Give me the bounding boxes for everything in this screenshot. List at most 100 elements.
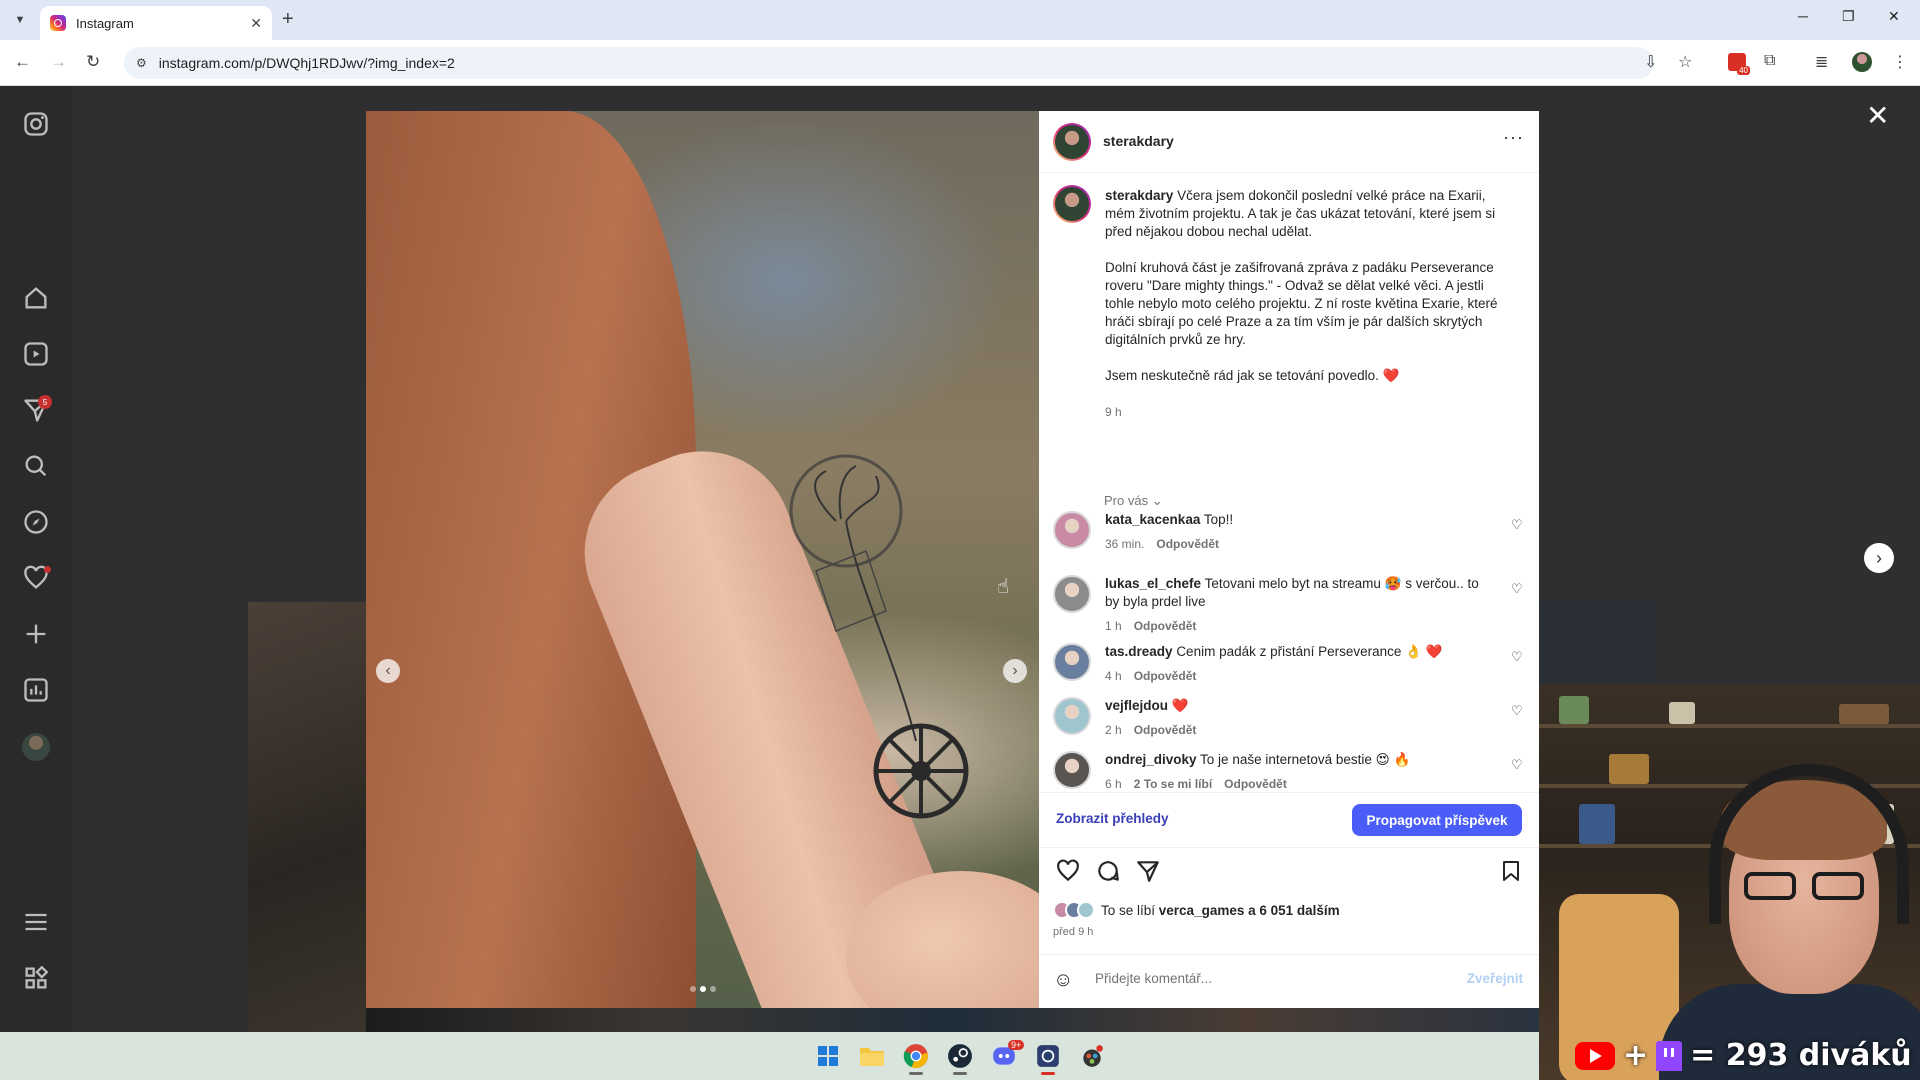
forward-icon[interactable]: → — [50, 52, 67, 72]
tab-instagram[interactable]: Instagram ✕ — [40, 6, 272, 40]
tab-close-icon[interactable]: ✕ — [250, 15, 262, 32]
explore-icon[interactable] — [22, 508, 50, 536]
comment-reply-button[interactable]: Odpovědět — [1134, 619, 1197, 633]
comment-text: Top!! — [1203, 512, 1234, 527]
like-icon[interactable] — [1055, 858, 1081, 884]
likes-summary[interactable]: To se líbí verca_games a 6 051 dalším — [1053, 901, 1340, 919]
save-bookmark-icon[interactable] — [1499, 858, 1523, 884]
close-modal-icon[interactable]: ✕ — [1866, 99, 1889, 132]
reload-icon[interactable]: ↻ — [86, 52, 100, 72]
comment-filter-dropdown[interactable]: Pro vás ⌄ — [1104, 493, 1163, 509]
caption-author-avatar[interactable] — [1053, 185, 1091, 223]
comment-body: tas.dready Cenim padák z přistání Persev… — [1105, 643, 1485, 685]
window-close-icon[interactable]: ✕ — [1888, 8, 1900, 25]
comment-username[interactable]: tas.dready — [1105, 644, 1173, 659]
comment-reply-button[interactable]: Odpovědět — [1224, 777, 1287, 791]
next-post-button[interactable]: › — [1864, 543, 1894, 573]
photo-detail — [1709, 764, 1909, 924]
minimize-icon[interactable]: ─ — [1798, 8, 1808, 24]
media-controls-icon[interactable]: ≣ — [1815, 52, 1828, 72]
comment-reply-button[interactable]: Odpovědět — [1134, 669, 1197, 683]
photo-detail — [1539, 724, 1920, 728]
comment-reply-button[interactable]: Odpovědět — [1134, 723, 1197, 737]
tab-search-chevron-icon[interactable]: ▼ — [8, 8, 32, 32]
comment-reply-button[interactable]: Odpovědět — [1156, 537, 1219, 551]
view-insights-link[interactable]: Zobrazit přehledy — [1056, 811, 1169, 826]
comment-like-icon[interactable]: ♡ — [1511, 517, 1523, 533]
discord-badge: 9+ — [1008, 1040, 1025, 1050]
comment-composer: ☺ Přidejte komentář... Zveřejnit — [1039, 954, 1539, 1007]
meta-apps-icon[interactable] — [22, 964, 50, 992]
more-options-icon[interactable]: ··· — [1503, 127, 1524, 148]
comment-like-icon[interactable]: ♡ — [1511, 757, 1523, 773]
search-icon[interactable] — [22, 452, 50, 480]
comment-input[interactable]: Přidejte komentář... — [1095, 971, 1212, 986]
browser-menu-icon[interactable]: ⋮ — [1892, 52, 1908, 72]
author-username[interactable]: sterakdary — [1103, 133, 1174, 149]
address-bar[interactable]: ⚙ instagram.com/p/DWQhj1RDJwv/?img_index… — [124, 47, 1654, 79]
commenter-avatar[interactable] — [1053, 751, 1091, 789]
twitch-icon — [1656, 1040, 1683, 1071]
commenter-avatar[interactable] — [1053, 511, 1091, 549]
comment-meta: 36 min. Odpovědět — [1105, 535, 1485, 553]
plus-sign: + — [1623, 1038, 1649, 1073]
dashboard-icon[interactable] — [22, 676, 50, 704]
likes-user[interactable]: verca_games — [1159, 903, 1245, 918]
app-icon[interactable] — [1034, 1042, 1062, 1070]
commenter-avatar[interactable] — [1053, 697, 1091, 735]
tab-title: Instagram — [76, 15, 134, 31]
davinci-icon[interactable] — [1078, 1042, 1106, 1070]
chrome-icon[interactable] — [902, 1042, 930, 1070]
post-actions-area: Zobrazit přehledy Propagovat příspěvek — [1039, 792, 1539, 847]
post-comment-button[interactable]: Zveřejnit — [1467, 971, 1523, 986]
comment-likes[interactable]: 2 To se mi líbí — [1134, 777, 1212, 791]
photo-detail — [1559, 696, 1589, 724]
comment-like-icon[interactable]: ♡ — [1511, 703, 1523, 719]
home-icon[interactable] — [22, 284, 50, 312]
windows-start-icon[interactable] — [814, 1042, 842, 1070]
extensions-puzzle-icon[interactable]: ⧉ — [1764, 52, 1775, 70]
comment-meta: 4 h Odpovědět — [1105, 667, 1485, 685]
back-icon[interactable]: ← — [14, 52, 31, 72]
engagement-bar: To se líbí verca_games a 6 051 dalším př… — [1039, 847, 1539, 1008]
active-app-indicator — [1041, 1072, 1055, 1075]
bookmark-star-icon[interactable]: ☆ — [1678, 52, 1692, 72]
comment-username[interactable]: lukas_el_chefe — [1105, 576, 1201, 591]
author-avatar[interactable] — [1053, 123, 1091, 161]
commenter-avatar[interactable] — [1053, 643, 1091, 681]
file-explorer-icon[interactable] — [858, 1042, 886, 1070]
comment-icon[interactable] — [1095, 858, 1121, 884]
comment-time: 4 h — [1105, 669, 1122, 683]
carousel-dot — [690, 986, 696, 992]
post-timestamp: před 9 h — [1053, 926, 1094, 938]
new-tab-icon[interactable]: + — [282, 8, 294, 31]
caption-text: Jsem neskutečně rád jak se tetování pove… — [1105, 368, 1400, 383]
profile-avatar[interactable] — [22, 733, 50, 761]
post-image[interactable]: ‹ › — [366, 111, 1039, 1008]
likes-count[interactable]: a 6 051 dalším — [1244, 903, 1340, 918]
comment-like-icon[interactable]: ♡ — [1511, 581, 1523, 597]
commenter-avatar[interactable] — [1053, 575, 1091, 613]
url-text: instagram.com/p/DWQhj1RDJwv/?img_index=2 — [158, 55, 455, 71]
reels-icon[interactable] — [22, 340, 50, 368]
comment-username[interactable]: ondrej_divoky — [1105, 752, 1197, 767]
comment-time: 2 h — [1105, 723, 1122, 737]
calendar-extension-icon[interactable]: 40 — [1728, 53, 1750, 75]
emoji-picker-icon[interactable]: ☺ — [1053, 969, 1073, 992]
browser-profile-avatar[interactable] — [1852, 52, 1872, 72]
comment-like-icon[interactable]: ♡ — [1511, 649, 1523, 665]
comment-username[interactable]: kata_kacenkaa — [1105, 512, 1200, 527]
site-info-icon[interactable]: ⚙ — [136, 56, 147, 70]
photo-prev-button[interactable]: ‹ — [376, 659, 400, 683]
instagram-icon[interactable] — [22, 110, 50, 138]
caption-username[interactable]: sterakdary — [1105, 188, 1173, 203]
share-icon[interactable] — [1135, 858, 1161, 884]
more-menu-icon[interactable] — [22, 908, 50, 936]
steam-icon[interactable] — [946, 1042, 974, 1070]
restore-icon[interactable]: ❐ — [1842, 8, 1855, 25]
comment-username[interactable]: vejflejdou — [1105, 698, 1168, 713]
install-app-icon[interactable]: ⇩ — [1644, 52, 1657, 72]
photo-next-button[interactable]: › — [1003, 659, 1027, 683]
promote-post-button[interactable]: Propagovat příspěvek — [1352, 804, 1522, 836]
create-icon[interactable] — [22, 620, 50, 648]
